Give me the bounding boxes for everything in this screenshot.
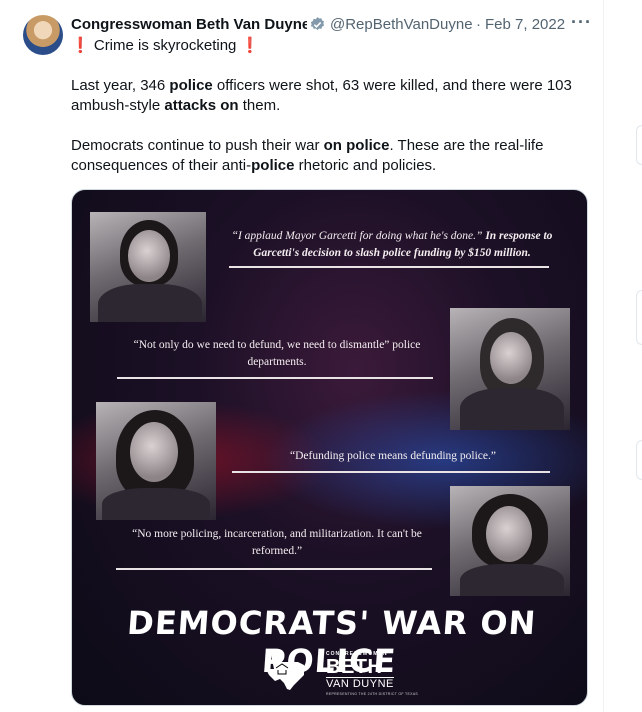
portrait-photo [450,486,570,596]
author-handle[interactable]: @RepBethVanDuyne [330,16,472,33]
quote-1: “I applaud Mayor Garcetti for doing what… [222,228,562,262]
tweet[interactable]: Congresswoman Beth Van Duyne @RepBethVan… [0,0,603,712]
portrait-photo [450,308,570,430]
divider-rule [232,471,550,473]
tweet-paragraph-2: Democrats continue to push their war on … [71,136,596,176]
text-segment: Last year, 346 [71,77,170,94]
exclamation-icon: ❗ [71,37,90,54]
texas-logo-icon [266,650,304,690]
portrait-photo [96,402,216,520]
text-segment: them. [238,97,281,114]
exclamation-icon: ❗ [240,37,260,54]
quote-4: “No more policing, incarceration, and mi… [132,528,422,557]
logo-surname: VAN DUYNE [326,677,394,690]
divider-rule [229,266,549,268]
tweet-image[interactable]: “I applaud Mayor Garcetti for doing what… [71,189,588,706]
logo-name: BETH [326,656,383,678]
divider-rule [117,377,433,379]
text-segment-bold: attacks on [164,97,239,114]
quote-2: “Not only do we need to defund, we need … [133,339,421,368]
headline-text: Crime is skyrocketing [89,37,241,54]
text-segment-bold: police [251,157,295,174]
tweet-paragraph-1: Last year, 346 police officers were shot… [71,76,596,116]
tweet-date[interactable]: Feb 7, 2022 [485,16,565,33]
quote-text: “I applaud Mayor Garcetti for doing what… [231,230,483,242]
sidebar-card-edge [636,125,642,165]
text-segment: Democrats continue to push their war [71,137,324,154]
author-name[interactable]: Congresswoman Beth Van Duyne [71,16,307,33]
sidebar-card-edge [636,440,642,480]
portrait-photo [90,212,206,322]
divider-rule [116,568,432,570]
sidebar-card-edge [636,290,642,345]
avatar[interactable] [23,15,63,55]
verified-badge-icon[interactable] [309,16,326,33]
text-segment-bold: on police [323,137,390,154]
text-segment-bold: police [169,77,213,94]
tweet-header: Congresswoman Beth Van Duyne @RepBethVan… [71,12,596,34]
text-segment: rhetoric and policies. [294,157,437,174]
separator-dot: · [476,15,481,33]
more-options-icon[interactable]: ··· [571,12,592,33]
tweet-headline: ❗ Crime is skyrocketing ❗ [71,36,596,56]
logo-tagline: REPRESENTING THE 24TH DISTRICT OF TEXAS [326,692,419,696]
timeline-divider [603,0,604,712]
quote-3: “Defunding police means defunding police… [290,450,496,462]
